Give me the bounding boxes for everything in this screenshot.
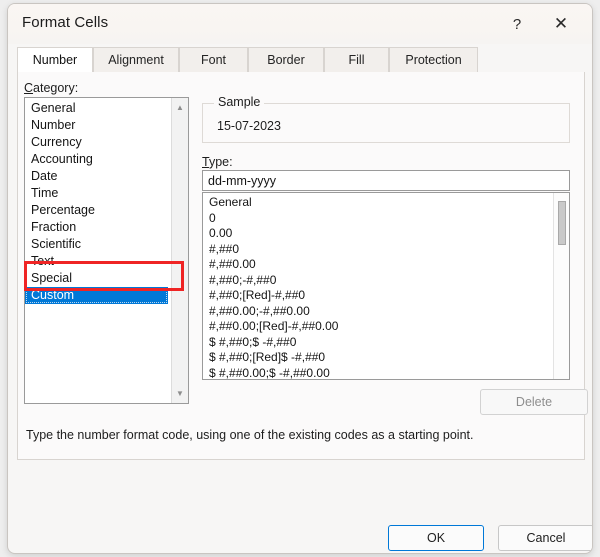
ok-button[interactable]: OK xyxy=(388,525,484,551)
category-item-text[interactable]: Text xyxy=(25,253,171,270)
type-item[interactable]: 0.00 xyxy=(203,226,551,242)
category-item-time[interactable]: Time xyxy=(25,185,171,202)
tab-number[interactable]: Number xyxy=(17,47,93,73)
tab-border[interactable]: Border xyxy=(248,47,324,73)
type-items: General 0 0.00 #,##0 #,##0.00 #,##0;-#,#… xyxy=(203,193,551,380)
type-item[interactable]: $ #,##0;[Red]$ -#,##0 xyxy=(203,350,551,366)
category-item-date[interactable]: Date xyxy=(25,168,171,185)
tab-alignment[interactable]: Alignment xyxy=(93,47,179,73)
type-item[interactable]: $ #,##0.00;$ -#,##0.00 xyxy=(203,366,551,380)
category-label-text: ategory: xyxy=(33,81,79,95)
tab-font[interactable]: Font xyxy=(179,47,248,73)
category-items: General Number Currency Accounting Date … xyxy=(25,98,171,304)
close-icon[interactable]: ✕ xyxy=(546,10,576,38)
category-label: Category: xyxy=(24,81,78,95)
delete-button[interactable]: Delete xyxy=(480,389,588,415)
tab-fill[interactable]: Fill xyxy=(324,47,389,73)
category-listbox[interactable]: General Number Currency Accounting Date … xyxy=(24,97,189,404)
category-scrollbar[interactable]: ▲ ▼ xyxy=(171,98,188,403)
sample-value: 15-07-2023 xyxy=(217,119,281,133)
format-cells-dialog: Format Cells ? ✕ Number Alignment Font B… xyxy=(7,3,593,554)
type-input[interactable] xyxy=(202,170,570,191)
type-item[interactable]: #,##0;[Red]-#,##0 xyxy=(203,288,551,304)
scroll-up-icon[interactable]: ▲ xyxy=(172,99,188,116)
type-item[interactable]: #,##0;-#,##0 xyxy=(203,273,551,289)
category-item-general[interactable]: General xyxy=(25,100,171,117)
category-item-fraction[interactable]: Fraction xyxy=(25,219,171,236)
screenshot-root: Format Cells ? ✕ Number Alignment Font B… xyxy=(0,0,600,557)
category-item-special[interactable]: Special xyxy=(25,270,171,287)
category-item-percentage[interactable]: Percentage xyxy=(25,202,171,219)
type-item[interactable]: General xyxy=(203,195,551,211)
type-label-text: ype: xyxy=(208,155,233,169)
category-item-number[interactable]: Number xyxy=(25,117,171,134)
type-label-accel: T xyxy=(202,155,209,169)
help-icon[interactable]: ? xyxy=(502,10,532,38)
dialog-titlebar: Format Cells ? ✕ xyxy=(8,4,592,44)
type-item[interactable]: #,##0.00;[Red]-#,##0.00 xyxy=(203,319,551,335)
tab-protection[interactable]: Protection xyxy=(389,47,478,73)
type-item[interactable]: #,##0.00;-#,##0.00 xyxy=(203,304,551,320)
cancel-button[interactable]: Cancel xyxy=(498,525,592,551)
category-label-accel: C xyxy=(24,81,34,95)
dialog-title: Format Cells xyxy=(22,14,109,31)
category-item-currency[interactable]: Currency xyxy=(25,134,171,151)
type-item[interactable]: #,##0 xyxy=(203,242,551,258)
type-scrollbar[interactable] xyxy=(553,193,569,379)
hint-text: Type the number format code, using one o… xyxy=(26,428,474,442)
type-item[interactable]: $ #,##0;$ -#,##0 xyxy=(203,335,551,351)
tab-strip: Number Alignment Font Border Fill Protec… xyxy=(17,47,585,73)
category-item-accounting[interactable]: Accounting xyxy=(25,151,171,168)
category-item-scientific[interactable]: Scientific xyxy=(25,236,171,253)
type-label: Type: xyxy=(202,155,233,169)
type-listbox[interactable]: General 0 0.00 #,##0 #,##0.00 #,##0;-#,#… xyxy=(202,192,570,380)
type-item[interactable]: #,##0.00 xyxy=(203,257,551,273)
type-item[interactable]: 0 xyxy=(203,211,551,227)
scroll-down-icon[interactable]: ▼ xyxy=(172,385,188,402)
type-scrollbar-thumb[interactable] xyxy=(558,201,566,245)
category-item-custom[interactable]: Custom xyxy=(25,287,168,304)
sample-label: Sample xyxy=(214,95,265,109)
